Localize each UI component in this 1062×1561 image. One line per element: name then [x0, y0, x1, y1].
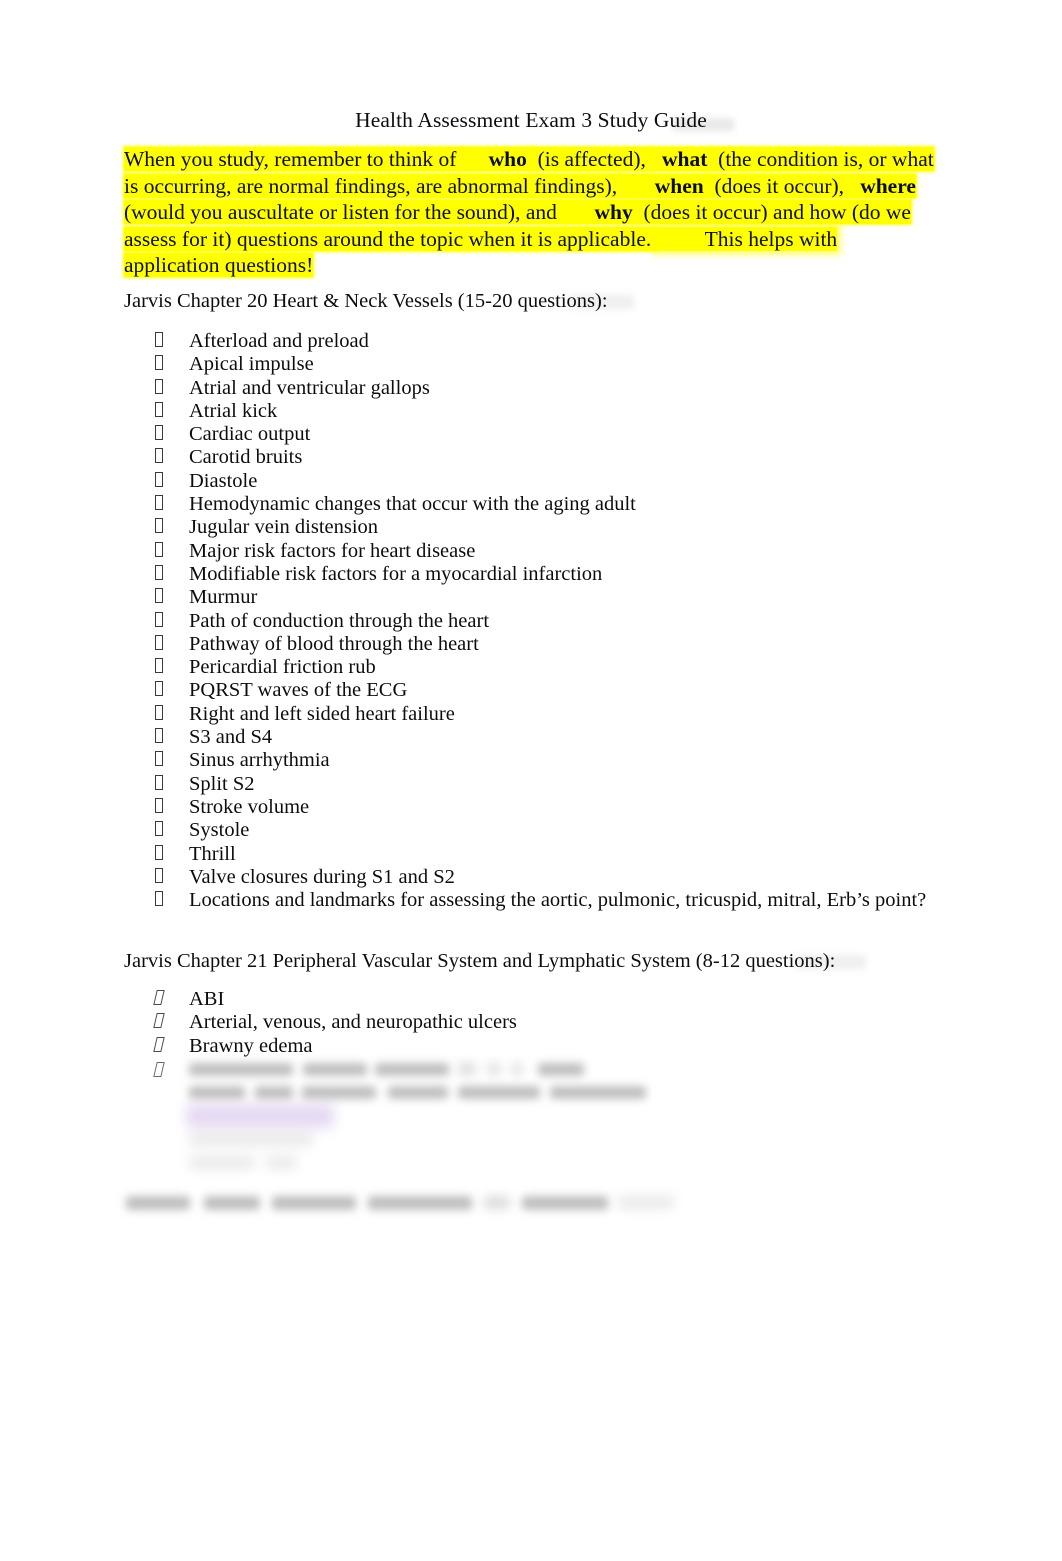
obscured-text-run — [255, 1086, 293, 1099]
obscured-heading-run — [484, 1196, 510, 1209]
bullet-box-icon — [155, 425, 163, 441]
obscured-text-run — [550, 1086, 646, 1099]
obscured-heading-run — [618, 1196, 674, 1209]
bullet-box-icon — [155, 704, 163, 720]
bullet-box-icon — [155, 728, 163, 744]
obscured-heading-run — [272, 1196, 356, 1210]
list-item[interactable]: Pericardial friction rub — [124, 656, 954, 679]
list-item[interactable]: Apical impulse — [124, 353, 954, 376]
list-item[interactable]: Brawny edema — [124, 1035, 954, 1058]
bullet-box-icon — [155, 355, 163, 371]
list-item[interactable]: Arterial, venous, and neuropathic ulcers — [124, 1011, 954, 1034]
bullet-box-icon — [155, 634, 163, 650]
bullet-box-icon — [155, 471, 163, 487]
intro-line-5: application questions! — [124, 253, 314, 277]
bullet-box-icon — [155, 774, 163, 790]
obscured-text-run — [375, 1063, 449, 1076]
list-item[interactable]: Carotid bruits — [124, 446, 954, 469]
obscured-text-run — [189, 1063, 293, 1076]
intro-line-2: is occurring, are normal findings, are a… — [124, 173, 916, 198]
list-item[interactable]: Modifiable risk factors for a myocardial… — [124, 563, 954, 586]
obscured-heading-run — [522, 1196, 608, 1210]
obscured-text-run — [488, 1063, 500, 1075]
list-item[interactable]: Jugular vein distension — [124, 516, 954, 539]
bullet-box-icon — [155, 611, 163, 627]
bullet-box-icon — [153, 1062, 165, 1077]
page-title: Health Assessment Exam 3 Study Guide — [355, 108, 707, 132]
bullet-box-icon — [155, 588, 163, 604]
list-item[interactable]: Major risk factors for heart disease — [124, 540, 954, 563]
list-item[interactable]: Hemodynamic changes that occur with the … — [124, 493, 954, 516]
bullet-box-icon — [155, 518, 163, 534]
obscured-text-run — [538, 1063, 584, 1076]
bullet-box-icon — [155, 495, 163, 511]
intro-paragraph: When you study, remember to think of who… — [124, 146, 934, 279]
bullet-list-heart: Afterload and preload Apical impulse Atr… — [124, 330, 954, 912]
obscured-text-run — [189, 1086, 245, 1099]
bullet-box-icon — [153, 1013, 165, 1029]
obscured-heading-run — [126, 1196, 190, 1210]
list-item[interactable]: Path of conduction through the heart — [124, 610, 954, 633]
bullet-box-icon — [155, 797, 163, 813]
obscured-heading-run — [368, 1196, 472, 1210]
bullet-box-icon — [155, 867, 163, 883]
list-item[interactable]: Atrial and ventricular gallops — [124, 377, 954, 400]
bullet-box-icon — [155, 541, 163, 557]
bullet-box-icon — [155, 844, 163, 860]
document-page: Health Assessment Exam 3 Study Guide Whe… — [0, 0, 1062, 1561]
list-item[interactable]: Systole — [124, 819, 954, 842]
bullet-list-vascular: ABI Arterial, venous, and neuropathic ul… — [124, 988, 954, 1058]
list-item[interactable]: Pathway of blood through the heart — [124, 633, 954, 656]
obscured-text-run — [303, 1063, 367, 1076]
bullet-box-icon — [155, 681, 163, 697]
list-item[interactable]: PQRST waves of the ECG — [124, 679, 954, 702]
list-item[interactable]: Diastole — [124, 470, 954, 493]
bullet-box-icon — [153, 1036, 165, 1052]
bullet-box-icon — [155, 378, 163, 394]
list-item[interactable]: Valve closures during S1 and S2 — [124, 866, 954, 889]
list-item[interactable]: Sinus arrhythmia — [124, 749, 954, 772]
list-item[interactable]: Murmur — [124, 586, 954, 609]
intro-line-1: When you study, remember to think of who… — [124, 147, 934, 171]
lavender-highlight — [186, 1104, 334, 1128]
list-item[interactable]: Locations and landmarks for assessing th… — [124, 889, 954, 912]
section-heading-vascular: Jarvis Chapter 21 Peripheral Vascular Sy… — [124, 950, 836, 972]
list-item[interactable]: Split S2 — [124, 773, 954, 796]
list-item[interactable]: Cardiac output — [124, 423, 954, 446]
obscured-text-run — [189, 1133, 313, 1146]
obscured-text-run — [266, 1156, 296, 1169]
bullet-box-icon — [155, 751, 163, 767]
bullet-box-icon — [155, 332, 163, 347]
obscured-text-run — [512, 1063, 522, 1075]
section-heading-heart: Jarvis Chapter 20 Heart & Neck Vessels (… — [124, 290, 608, 312]
list-item[interactable]: S3 and S4 — [124, 726, 954, 749]
list-item[interactable]: Afterload and preload — [124, 330, 954, 353]
obscured-text-run — [302, 1086, 376, 1099]
bullet-box-icon — [155, 401, 163, 417]
obscured-text-run — [458, 1086, 540, 1099]
obscured-heading-run — [204, 1196, 260, 1210]
list-item[interactable]: ABI — [124, 988, 954, 1011]
bullet-box-icon — [155, 564, 163, 580]
list-item[interactable]: Thrill — [124, 843, 954, 866]
obscured-text-run — [388, 1086, 448, 1099]
intro-line-4: assess for it) questions around the topi… — [124, 226, 838, 251]
bullet-box-icon — [155, 658, 163, 674]
obscured-text-run — [458, 1063, 476, 1075]
list-item[interactable]: Atrial kick — [124, 400, 954, 423]
bullet-box-icon — [155, 448, 163, 464]
intro-line-3: (would you auscultate or listen for the … — [124, 200, 911, 224]
list-item[interactable]: Stroke volume — [124, 796, 954, 819]
obscured-text-run — [189, 1156, 255, 1169]
bullet-box-icon — [153, 990, 165, 1005]
list-item[interactable]: Right and left sided heart failure — [124, 703, 954, 726]
bullet-box-icon — [155, 821, 163, 837]
bullet-box-icon — [155, 891, 163, 907]
